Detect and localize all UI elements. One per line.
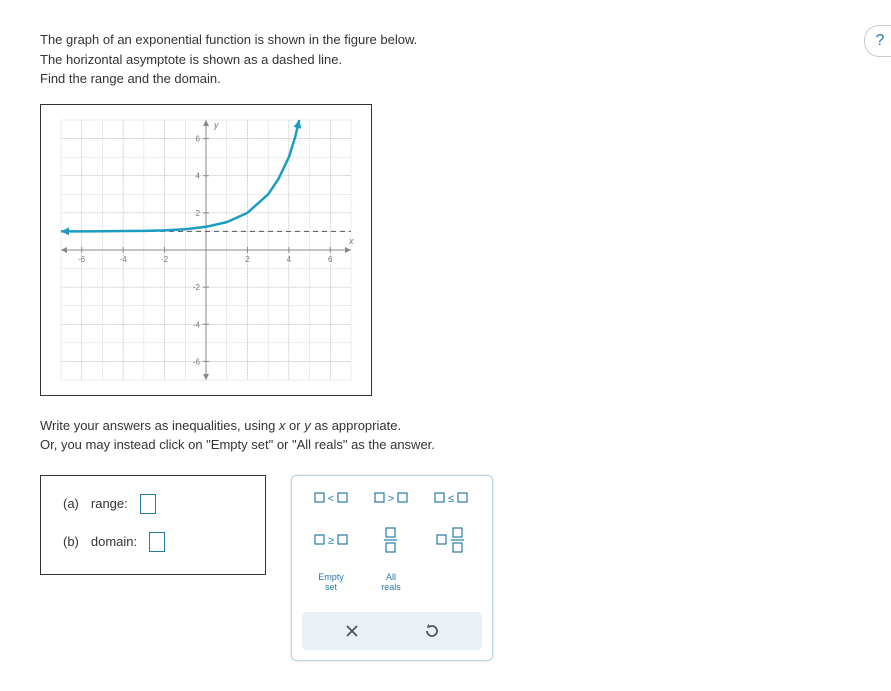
svg-text:y: y [213,120,219,130]
answer-a-text: range: [91,496,128,511]
all-reals-button[interactable]: All reals [370,568,412,598]
problem-line-2: The horizontal asymptote is shown as a d… [40,50,851,70]
empty-set-button[interactable]: Empty set [310,568,352,598]
svg-text:4: 4 [196,171,201,180]
problem-statement: The graph of an exponential function is … [40,30,851,89]
svg-text:6: 6 [196,134,201,143]
domain-input[interactable] [149,532,165,552]
svg-text:-6: -6 [193,357,201,366]
range-input[interactable] [140,494,156,514]
instructions-line-2: Or, you may instead click on "Empty set"… [40,435,851,455]
svg-text:≥: ≥ [328,535,334,547]
svg-text:≤: ≤ [448,493,454,505]
svg-text:4: 4 [287,255,292,264]
greater-than-button[interactable]: > [370,484,412,512]
graph-figure: -6 -4 -2 2 4 6 -6 -4 -2 2 4 6 y x [40,104,372,396]
palette-row-2: ≥ [302,526,482,554]
answer-a-row: (a) range: [63,494,243,514]
answer-b-text: domain: [91,534,137,549]
fraction-button[interactable] [370,526,412,554]
svg-text:2: 2 [245,255,250,264]
greater-than-icon: > [374,490,408,506]
less-equal-icon: ≤ [434,490,468,506]
palette-row-1: < > ≤ [302,484,482,512]
reset-button[interactable] [420,619,444,643]
problem-line-3: Find the range and the domain. [40,69,851,89]
svg-text:x: x [348,236,354,246]
instructions-line-1: Write your answers as inequalities, usin… [40,416,851,436]
symbol-palette: < > ≤ [291,475,493,661]
svg-text:-6: -6 [78,255,86,264]
problem-line-1: The graph of an exponential function is … [40,30,851,50]
answer-a-label: (a) [63,496,79,511]
answer-b-row: (b) domain: [63,532,243,552]
svg-text:-2: -2 [161,255,169,264]
clear-button[interactable] [340,619,364,643]
svg-text:-4: -4 [120,255,128,264]
answer-area: (a) range: (b) domain: < > [40,475,851,661]
svg-text:-2: -2 [193,283,201,292]
fraction-icon [383,527,399,553]
less-than-button[interactable]: < [310,484,352,512]
answer-b-label: (b) [63,534,79,549]
less-equal-button[interactable]: ≤ [430,484,472,512]
graph-svg: -6 -4 -2 2 4 6 -6 -4 -2 2 4 6 y x [41,105,371,395]
svg-text:6: 6 [328,255,333,264]
mixed-fraction-button[interactable] [430,526,472,554]
svg-text:2: 2 [196,208,201,217]
mixed-fraction-icon [436,527,466,553]
help-icon: ? [876,32,885,50]
svg-text:<: < [328,493,334,505]
answer-box: (a) range: (b) domain: [40,475,266,575]
answer-instructions: Write your answers as inequalities, usin… [40,416,851,455]
palette-footer [302,612,482,650]
help-button[interactable]: ? [864,25,891,57]
reset-icon [424,623,440,639]
greater-equal-icon: ≥ [314,532,348,548]
svg-text:-4: -4 [193,320,201,329]
palette-row-3: Empty set All reals [302,568,482,598]
x-icon [345,624,359,638]
greater-equal-button[interactable]: ≥ [310,526,352,554]
svg-text:>: > [388,493,394,505]
less-than-icon: < [314,490,348,506]
